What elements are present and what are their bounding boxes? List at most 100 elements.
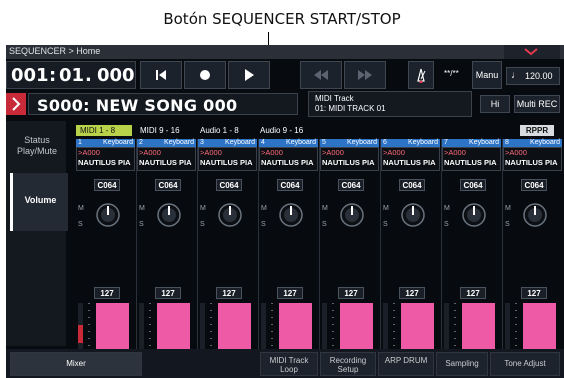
strip-divider bbox=[502, 139, 503, 349]
pan-value[interactable]: C064 bbox=[155, 179, 181, 191]
volume-value[interactable]: 127 bbox=[155, 287, 181, 299]
program-select[interactable]: >A000 NAUTILUS PIA bbox=[137, 147, 196, 171]
channel-header[interactable]: 2 Keyboard bbox=[137, 139, 196, 147]
volume-value[interactable]: 127 bbox=[338, 287, 364, 299]
pan-value[interactable]: C064 bbox=[94, 179, 120, 191]
mute-label[interactable]: M bbox=[383, 205, 389, 212]
solo-label[interactable]: S bbox=[200, 221, 205, 228]
solo-label[interactable]: S bbox=[444, 221, 449, 228]
volume-value[interactable]: 127 bbox=[277, 287, 303, 299]
tab-tone-adjust[interactable]: Tone Adjust bbox=[490, 352, 560, 376]
sidebar-item-volume[interactable]: Volume bbox=[10, 173, 68, 231]
channel-header[interactable]: 6 Keyboard bbox=[381, 139, 440, 147]
volume-value[interactable]: 127 bbox=[460, 287, 486, 299]
tab-sampling[interactable]: Sampling bbox=[436, 352, 488, 376]
rewind-button[interactable] bbox=[300, 61, 342, 89]
song-select-button[interactable] bbox=[6, 93, 26, 115]
program-select[interactable]: >A000 NAUTILUS PIA bbox=[503, 147, 562, 171]
mute-label[interactable]: M bbox=[139, 205, 145, 212]
tab-mixer[interactable]: Mixer bbox=[10, 352, 142, 376]
solo-label[interactable]: S bbox=[322, 221, 327, 228]
manual-tempo-button[interactable]: Manu bbox=[472, 61, 502, 89]
pan-value[interactable]: C064 bbox=[399, 179, 425, 191]
program-select[interactable]: >A000 NAUTILUS PIA bbox=[198, 147, 257, 171]
program-bank: >A000 bbox=[78, 148, 100, 157]
volume-value[interactable]: 127 bbox=[94, 287, 120, 299]
tab-audio-9-16[interactable]: Audio 9 - 16 bbox=[256, 125, 318, 136]
pan-knob[interactable] bbox=[96, 203, 120, 227]
channel-header[interactable]: 7 Keyboard bbox=[442, 139, 501, 147]
midi-track-select[interactable]: MIDI Track 01: MIDI TRACK 01 bbox=[308, 91, 472, 117]
program-name: NAUTILUS PIA bbox=[78, 158, 131, 167]
song-name[interactable]: S000: NEW SONG 000 bbox=[28, 93, 298, 115]
breadcrumb-bar: SEQUENCER > Home bbox=[6, 45, 564, 59]
program-select[interactable]: >A000 NAUTILUS PIA bbox=[259, 147, 318, 171]
mute-label[interactable]: M bbox=[444, 205, 450, 212]
mute-label[interactable]: M bbox=[78, 205, 84, 212]
mute-label[interactable]: M bbox=[505, 205, 511, 212]
volume-value[interactable]: 127 bbox=[216, 287, 242, 299]
tab-arp-drum[interactable]: ARP DRUM bbox=[378, 352, 434, 376]
pan-knob[interactable] bbox=[462, 203, 486, 227]
pan-value[interactable]: C064 bbox=[277, 179, 303, 191]
channel-strip: 7 Keyboard >A000 NAUTILUS PIA C064 M S 127 bbox=[442, 139, 503, 378]
multi-rec-button[interactable]: Multi REC bbox=[514, 95, 560, 113]
program-bank: >A000 bbox=[261, 148, 283, 157]
song-locator[interactable]: 001 : 01 . 000 bbox=[6, 61, 136, 89]
channel-header[interactable]: 8 Keyboard bbox=[503, 139, 562, 147]
channel-header[interactable]: 5 Keyboard bbox=[320, 139, 379, 147]
fast-forward-button[interactable] bbox=[344, 61, 386, 89]
solo-label[interactable]: S bbox=[139, 221, 144, 228]
channel-header[interactable]: 3 Keyboard bbox=[198, 139, 257, 147]
pan-value[interactable]: C064 bbox=[338, 179, 364, 191]
program-select[interactable]: >A000 NAUTILUS PIA bbox=[76, 147, 135, 171]
volume-value[interactable]: 127 bbox=[521, 287, 547, 299]
start-stop-button[interactable] bbox=[228, 61, 270, 89]
tab-midi-1-8[interactable]: MIDI 1 - 8 bbox=[76, 125, 132, 136]
program-bank: >A000 bbox=[139, 148, 161, 157]
tempo-field[interactable]: ♩ 120.00 bbox=[506, 67, 560, 85]
midi-track-name: 01: MIDI TRACK 01 bbox=[315, 104, 386, 113]
pan-value[interactable]: C064 bbox=[216, 179, 242, 191]
solo-label[interactable]: S bbox=[78, 221, 83, 228]
pan-knob[interactable] bbox=[340, 203, 364, 227]
page-menu-button[interactable] bbox=[504, 45, 560, 59]
meter-value[interactable]: **/** bbox=[444, 69, 459, 78]
locate-start-icon bbox=[156, 70, 166, 80]
record-button[interactable] bbox=[184, 61, 226, 89]
program-bank: >A000 bbox=[322, 148, 344, 157]
channel-header[interactable]: 4 Keyboard bbox=[259, 139, 318, 147]
mute-label[interactable]: M bbox=[200, 205, 206, 212]
tab-audio-1-8[interactable]: Audio 1 - 8 bbox=[196, 125, 254, 136]
pan-knob[interactable] bbox=[157, 203, 181, 227]
pan-knob[interactable] bbox=[401, 203, 425, 227]
pan-knob[interactable] bbox=[218, 203, 242, 227]
locator-tick: 000 bbox=[97, 65, 135, 86]
tab-recording-setup[interactable]: Recording Setup bbox=[320, 352, 376, 376]
metronome-button[interactable] bbox=[408, 61, 434, 89]
channel-type: Keyboard bbox=[164, 139, 194, 146]
rppr-button[interactable]: RPPR bbox=[520, 125, 554, 136]
mute-label[interactable]: M bbox=[261, 205, 267, 212]
volume-value[interactable]: 127 bbox=[399, 287, 425, 299]
sidebar-item-status-play-mute[interactable]: Status Play/Mute bbox=[6, 135, 68, 157]
program-select[interactable]: >A000 NAUTILUS PIA bbox=[320, 147, 379, 171]
channel-number: 2 bbox=[139, 139, 143, 146]
mute-label[interactable]: M bbox=[322, 205, 328, 212]
channel-number: 7 bbox=[444, 139, 448, 146]
solo-label[interactable]: S bbox=[383, 221, 388, 228]
pan-knob[interactable] bbox=[279, 203, 303, 227]
locate-start-button[interactable] bbox=[140, 61, 182, 89]
program-name: NAUTILUS PIA bbox=[322, 158, 375, 167]
hi-button[interactable]: Hi bbox=[480, 95, 510, 113]
solo-label[interactable]: S bbox=[261, 221, 266, 228]
tab-midi-track-loop[interactable]: MIDI Track Loop bbox=[260, 352, 318, 376]
pan-knob[interactable] bbox=[523, 203, 547, 227]
program-select[interactable]: >A000 NAUTILUS PIA bbox=[442, 147, 501, 171]
tab-midi-9-16[interactable]: MIDI 9 - 16 bbox=[136, 125, 192, 136]
pan-value[interactable]: C064 bbox=[460, 179, 486, 191]
pan-value[interactable]: C064 bbox=[521, 179, 547, 191]
solo-label[interactable]: S bbox=[505, 221, 510, 228]
program-select[interactable]: >A000 NAUTILUS PIA bbox=[381, 147, 440, 171]
channel-header[interactable]: 1 Keyboard bbox=[76, 139, 135, 147]
